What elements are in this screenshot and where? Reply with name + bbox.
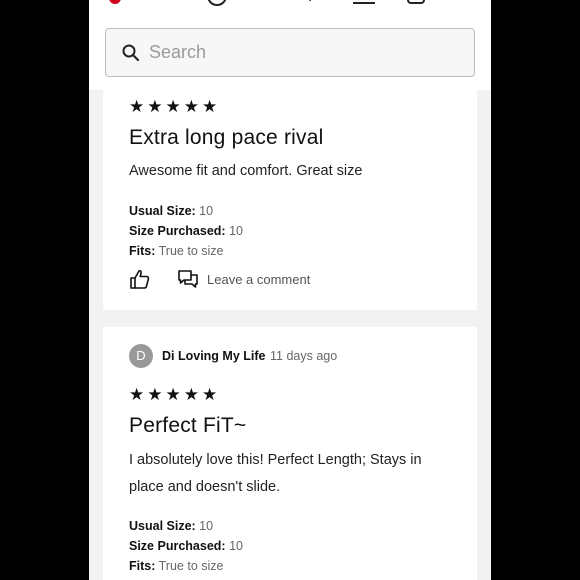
avatar[interactable]: D	[129, 344, 153, 368]
size-purchased-label: Size Purchased:	[129, 224, 226, 238]
fits-label: Fits:	[129, 244, 156, 258]
search-icon	[120, 28, 160, 77]
star-icon: ★	[202, 97, 218, 116]
star-rating: ★ ★ ★ ★ ★	[129, 386, 217, 403]
review-actions: Leave a comment	[129, 268, 429, 292]
author-name[interactable]: Di Loving My Life	[162, 349, 265, 363]
usual-size-value: 10	[199, 519, 214, 533]
review-card: ★ ★ ★ ★ ★ Extra long pace rival Awesome …	[103, 90, 477, 310]
star-rating: ★ ★ ★ ★ ★	[129, 98, 217, 115]
app-screen: M Search ★ ★ ★ ★ ★ Extra long pace rival…	[89, 0, 491, 580]
size-purchased: Size Purchased: 10	[129, 221, 243, 241]
review-body: I absolutely love this! Perfect Length; …	[129, 452, 422, 495]
fits: Fits: True to size	[129, 241, 223, 261]
fits-label: Fits:	[129, 559, 156, 573]
usual-size-value: 10	[199, 204, 214, 218]
fits-value: True to size	[158, 244, 224, 258]
star-icon: ★	[147, 97, 163, 116]
star-icon: ★	[147, 385, 163, 404]
leave-comment-link[interactable]: Leave a comment	[207, 272, 310, 287]
profile-icon[interactable]	[207, 0, 227, 6]
market-icon[interactable]: M	[252, 0, 271, 3]
size-purchased-value: 10	[229, 539, 243, 553]
star-icon: ★	[183, 385, 199, 404]
star-icon: ★	[202, 385, 218, 404]
brand-logo-icon[interactable]	[109, 0, 121, 4]
menu-icon[interactable]	[353, 2, 375, 4]
top-bar: M Search	[89, 0, 491, 90]
size-purchased-label: Size Purchased:	[129, 539, 226, 553]
review-time: 11 days ago	[270, 349, 338, 363]
size-purchased-value: 10	[229, 224, 243, 238]
star-icon: ★	[129, 97, 145, 116]
star-icon: ★	[165, 385, 181, 404]
size-purchased: Size Purchased: 10	[129, 536, 243, 556]
search-input[interactable]: Search	[105, 28, 475, 77]
offers-icon[interactable]	[304, 0, 318, 2]
top-nav: M	[89, 0, 491, 6]
star-icon: ★	[165, 97, 181, 116]
review-title: Perfect FiT~	[129, 414, 247, 437]
usual-size: Usual Size: 10	[129, 516, 213, 536]
review-card: D Di Loving My Life 11 days ago ★ ★ ★ ★ …	[103, 327, 477, 580]
bag-icon[interactable]	[407, 0, 425, 4]
star-icon: ★	[183, 97, 199, 116]
fits-value: True to size	[158, 559, 224, 573]
star-icon: ★	[129, 385, 145, 404]
review-body: Awesome fit and comfort. Great size	[129, 163, 363, 179]
thumbs-up-icon[interactable]	[129, 268, 151, 295]
usual-size: Usual Size: 10	[129, 201, 213, 221]
review-title: Extra long pace rival	[129, 126, 324, 149]
comment-icon[interactable]	[177, 268, 199, 295]
usual-size-label: Usual Size:	[129, 519, 196, 533]
usual-size-label: Usual Size:	[129, 204, 196, 218]
fits: Fits: True to size	[129, 556, 223, 576]
